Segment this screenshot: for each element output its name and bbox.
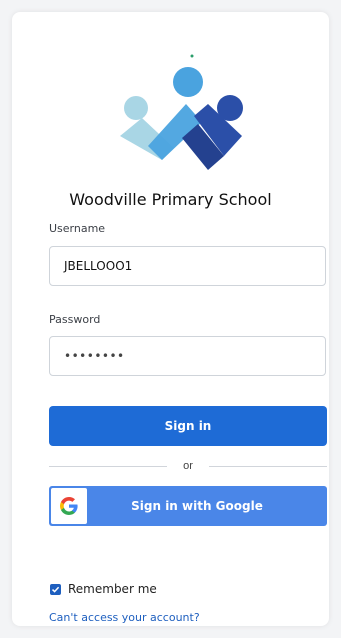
cant-access-account-link[interactable]: Can't access your account? (49, 611, 200, 624)
username-field[interactable]: JBELLOOO1 (49, 246, 326, 286)
login-card: Woodville Primary School Username JBELLO… (12, 12, 329, 626)
password-label: Password (49, 313, 101, 326)
or-label: or (183, 460, 193, 472)
school-name: Woodville Primary School (69, 190, 272, 209)
or-divider: or (49, 456, 327, 476)
remember-me[interactable]: Remember me (50, 582, 157, 596)
checkmark-icon (51, 586, 60, 593)
google-sign-in-label: Sign in with Google (131, 499, 263, 513)
google-icon-box (51, 488, 87, 524)
remember-me-label: Remember me (68, 582, 157, 596)
school-logo-icon (120, 54, 243, 170)
username-value: JBELLOOO1 (64, 259, 133, 273)
divider-line-left (49, 465, 168, 467)
sign-in-button[interactable]: Sign in (49, 406, 327, 446)
password-value: •••••••• (64, 349, 125, 363)
username-label: Username (49, 222, 106, 235)
sign-in-with-google-button[interactable]: Sign in with Google (49, 486, 327, 526)
sign-in-label: Sign in (164, 419, 212, 433)
divider-line-right (208, 465, 327, 467)
password-field[interactable]: •••••••• (49, 336, 326, 376)
remember-me-checkbox[interactable] (50, 583, 61, 595)
google-g-icon (60, 497, 78, 515)
